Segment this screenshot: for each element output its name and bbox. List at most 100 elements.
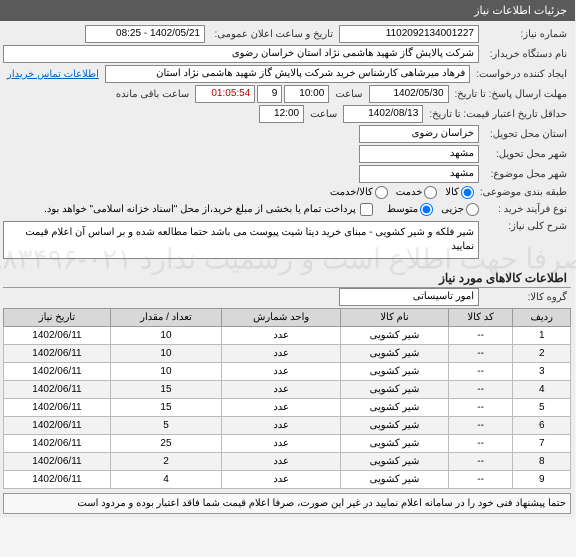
col-name: نام کالا bbox=[342, 309, 449, 327]
cell-date: 1402/06/11 bbox=[5, 471, 112, 489]
cell-name: شیر کشویی bbox=[342, 417, 449, 435]
cell-qty: 4 bbox=[111, 471, 222, 489]
cell-idx: 3 bbox=[514, 363, 572, 381]
table-row: 8--شیر کشوییعدد21402/06/11 bbox=[5, 453, 572, 471]
cell-idx: 5 bbox=[514, 399, 572, 417]
cell-idx: 6 bbox=[514, 417, 572, 435]
cell-qty: 15 bbox=[111, 399, 222, 417]
cell-qty: 25 bbox=[111, 435, 222, 453]
class-service-option[interactable]: خدمت bbox=[397, 186, 439, 199]
goods-section-title: اطلاعات کالاهای مورد نیاز bbox=[4, 265, 572, 288]
proc-medium-radio[interactable] bbox=[421, 203, 434, 216]
table-row: 3--شیر کشوییعدد101402/06/11 bbox=[5, 363, 572, 381]
payment-note-option[interactable]: پرداخت تمام یا بخشی از مبلغ خرید،از محل … bbox=[45, 203, 374, 216]
requester-label: ایجاد کننده درخواست: bbox=[473, 67, 572, 82]
cell-code: -- bbox=[449, 417, 514, 435]
cell-name: شیر کشویی bbox=[342, 327, 449, 345]
cell-unit: عدد bbox=[223, 471, 342, 489]
cell-name: شیر کشویی bbox=[342, 453, 449, 471]
cell-idx: 7 bbox=[514, 435, 572, 453]
class-goods-option[interactable]: کالا bbox=[446, 186, 475, 199]
deadline-date: 1402/05/30 bbox=[370, 85, 450, 103]
need-number-value: 1102092134001227 bbox=[340, 25, 480, 43]
classification-label: طبقه بندی موضوعی: bbox=[477, 185, 572, 200]
cell-name: شیر کشویی bbox=[342, 399, 449, 417]
cell-idx: 2 bbox=[514, 345, 572, 363]
province-value: خراسان رضوی bbox=[360, 125, 480, 143]
cell-date: 1402/06/11 bbox=[5, 363, 112, 381]
process-label: نوع فرآیند خرید : bbox=[482, 202, 572, 217]
buyer-label: نام دستگاه خریدار: bbox=[482, 47, 572, 62]
payment-note: پرداخت تمام یا بخشی از مبلغ خرید،از محل … bbox=[45, 204, 357, 215]
minute-value: 9 bbox=[258, 85, 283, 103]
cell-code: -- bbox=[449, 435, 514, 453]
validity-time: 12:00 bbox=[260, 105, 305, 123]
general-desc: شیر فلکه و شیر کشویی - مبنای خرید دیتا ش… bbox=[4, 221, 480, 259]
need-number-label: شماره نیاز: bbox=[482, 27, 572, 42]
footer-note: حتما پیشنهاد فنی خود را در سامانه اعلام … bbox=[4, 493, 572, 514]
cell-unit: عدد bbox=[223, 381, 342, 399]
cell-name: شیر کشویی bbox=[342, 435, 449, 453]
class-both-radio[interactable] bbox=[376, 186, 389, 199]
validity-date: 1402/08/13 bbox=[344, 105, 424, 123]
cell-code: -- bbox=[449, 363, 514, 381]
cell-unit: عدد bbox=[223, 435, 342, 453]
remaining-label: ساعت باقی مانده bbox=[113, 87, 194, 102]
class-service-radio[interactable] bbox=[425, 186, 438, 199]
requester-value: فرهاد میرشاهی کارشناس خرید شرکت پالایش گ… bbox=[106, 65, 471, 83]
cell-idx: 9 bbox=[514, 471, 572, 489]
col-code: کد کالا bbox=[449, 309, 514, 327]
cell-name: شیر کشویی bbox=[342, 381, 449, 399]
cell-date: 1402/06/11 bbox=[5, 345, 112, 363]
cell-code: -- bbox=[449, 453, 514, 471]
goods-group-label: گروه کالا: bbox=[482, 290, 572, 305]
cell-date: 1402/06/11 bbox=[5, 417, 112, 435]
remaining-time: 01:05:54 bbox=[196, 85, 256, 103]
proc-small-option[interactable]: جزیی bbox=[442, 203, 480, 216]
cell-unit: عدد bbox=[223, 453, 342, 471]
cell-date: 1402/06/11 bbox=[5, 399, 112, 417]
contact-link[interactable]: اطلاعات تماس خریدار bbox=[4, 67, 104, 82]
cell-unit: عدد bbox=[223, 327, 342, 345]
cell-name: شیر کشویی bbox=[342, 471, 449, 489]
cell-code: -- bbox=[449, 345, 514, 363]
deadline-label: مهلت ارسال پاسخ: تا تاریخ: bbox=[452, 87, 572, 102]
validity-label: حداقل تاریخ اعتبار قیمت: تا تاریخ: bbox=[426, 107, 572, 122]
cell-qty: 10 bbox=[111, 345, 222, 363]
cell-qty: 10 bbox=[111, 327, 222, 345]
cell-date: 1402/06/11 bbox=[5, 381, 112, 399]
form-area: شماره نیاز: 1102092134001227 تاریخ و ساع… bbox=[0, 21, 576, 518]
cell-idx: 8 bbox=[514, 453, 572, 471]
process-group: جزیی متوسط bbox=[388, 203, 480, 216]
col-date: تاریخ نیاز bbox=[5, 309, 112, 327]
province-label: استان محل تحویل: bbox=[482, 127, 572, 142]
table-row: 4--شیر کشوییعدد151402/06/11 bbox=[5, 381, 572, 399]
validity-time-label: ساعت bbox=[307, 107, 342, 122]
goods-group-value: امور تاسیساتی bbox=[340, 288, 480, 306]
payment-checkbox[interactable] bbox=[361, 203, 374, 216]
cell-unit: عدد bbox=[223, 345, 342, 363]
table-row: 6--شیر کشوییعدد51402/06/11 bbox=[5, 417, 572, 435]
classification-group: کالا خدمت کالا/خدمت bbox=[331, 186, 475, 199]
cell-qty: 2 bbox=[111, 453, 222, 471]
cell-unit: عدد bbox=[223, 417, 342, 435]
general-desc-label: شرح کلی نیاز: bbox=[482, 219, 572, 234]
col-qty: تعداد / مقدار bbox=[111, 309, 222, 327]
page-title: جزئیات اطلاعات نیاز bbox=[475, 5, 568, 17]
subject-city-value: مشهد bbox=[360, 165, 480, 183]
proc-small-radio[interactable] bbox=[467, 203, 480, 216]
cell-unit: عدد bbox=[223, 399, 342, 417]
class-both-option[interactable]: کالا/خدمت bbox=[331, 186, 389, 199]
table-row: 1--شیر کشوییعدد101402/06/11 bbox=[5, 327, 572, 345]
cell-code: -- bbox=[449, 471, 514, 489]
cell-date: 1402/06/11 bbox=[5, 453, 112, 471]
table-row: 2--شیر کشوییعدد101402/06/11 bbox=[5, 345, 572, 363]
cell-qty: 5 bbox=[111, 417, 222, 435]
class-goods-radio[interactable] bbox=[462, 186, 475, 199]
cell-idx: 1 bbox=[514, 327, 572, 345]
proc-medium-option[interactable]: متوسط bbox=[388, 203, 434, 216]
announce-value: 1402/05/21 - 08:25 bbox=[86, 25, 206, 43]
cell-qty: 10 bbox=[111, 363, 222, 381]
cell-name: شیر کشویی bbox=[342, 345, 449, 363]
cell-idx: 4 bbox=[514, 381, 572, 399]
